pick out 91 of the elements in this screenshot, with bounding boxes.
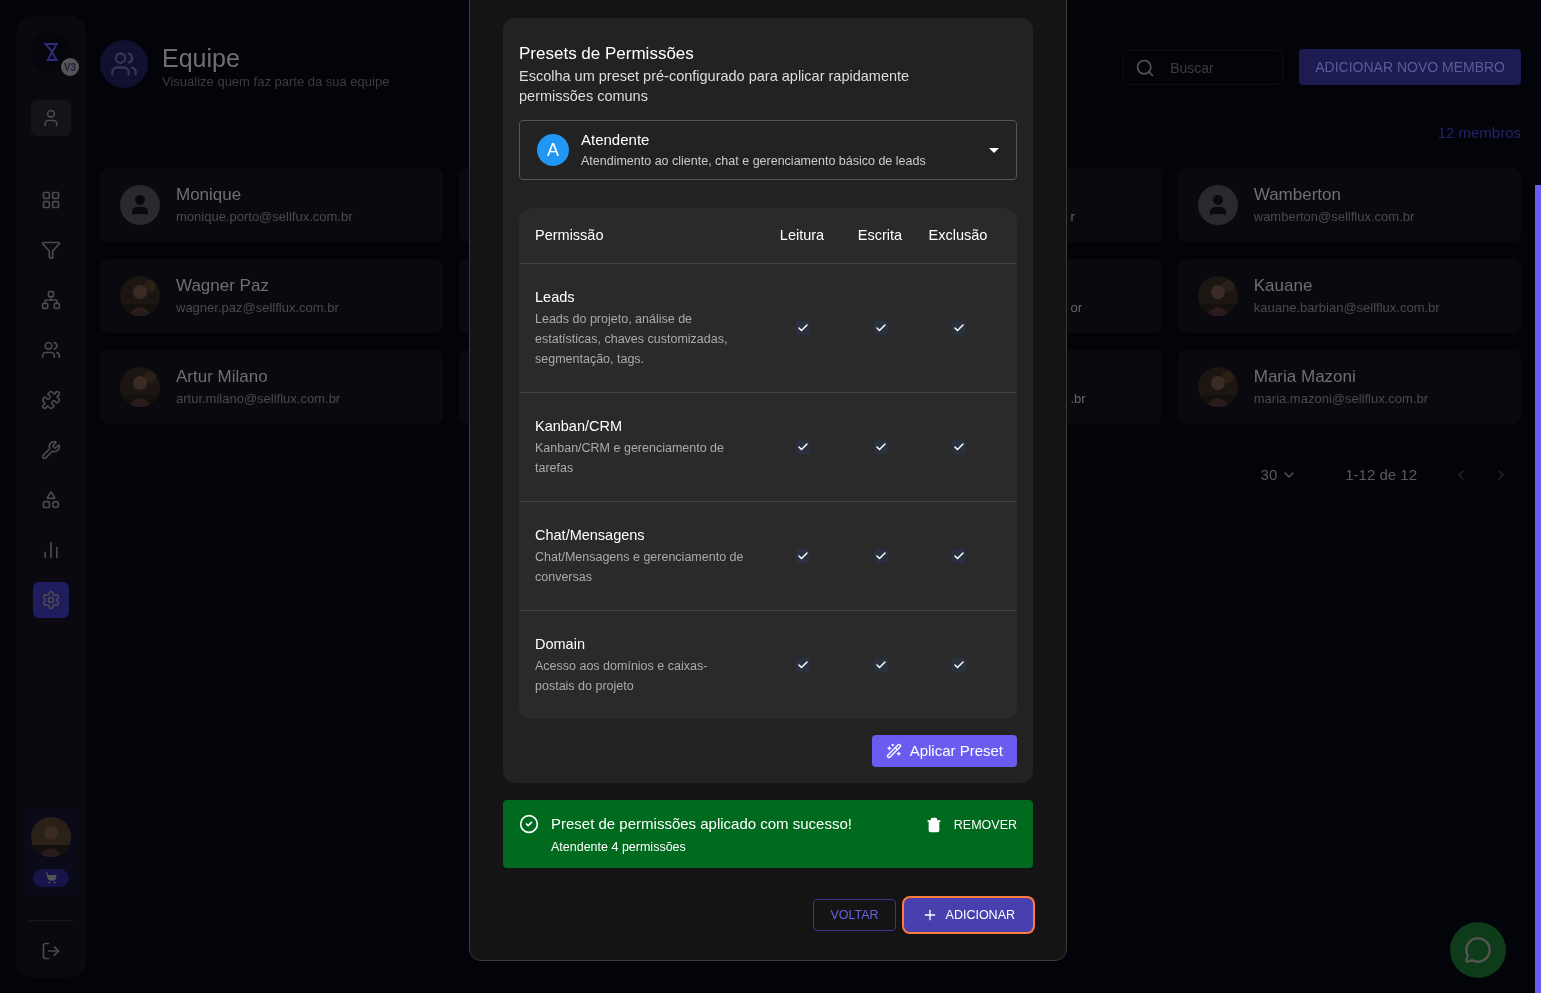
permission-description: Leads do projeto, análise de estatísticas, chaves customizadas, segmentação, tags. bbox=[535, 311, 729, 368]
settings-icon bbox=[41, 590, 61, 610]
column-header: Permissão bbox=[535, 225, 605, 245]
sidebar-item[interactable] bbox=[33, 582, 69, 618]
permission-name: Domain bbox=[535, 635, 586, 654]
logout-icon[interactable] bbox=[41, 941, 61, 961]
apps-icon bbox=[41, 490, 61, 510]
add-button[interactable]: ADICIONAR bbox=[903, 898, 1033, 932]
page-title: Equipe bbox=[162, 44, 241, 72]
add-member-button[interactable]: ADICIONAR NOVO MEMBRO bbox=[1299, 49, 1521, 85]
checkbox[interactable] bbox=[952, 549, 966, 563]
preset-description: Atendimento ao cliente, chat e gerenciamento básico de leads bbox=[581, 152, 927, 170]
checkbox[interactable] bbox=[874, 658, 888, 672]
version-badge: V3 bbox=[61, 58, 79, 76]
column-header: Leitura bbox=[778, 225, 826, 245]
check-circle-icon bbox=[519, 814, 539, 834]
team-icon bbox=[100, 40, 148, 88]
member-email: or bbox=[1070, 299, 1083, 318]
permission-name: Leads bbox=[535, 288, 576, 307]
checkbox[interactable] bbox=[796, 658, 810, 672]
permission-name: Kanban/CRM bbox=[535, 417, 624, 436]
whatsapp-button[interactable] bbox=[1450, 922, 1506, 978]
checkbox[interactable] bbox=[796, 440, 810, 454]
section-description: Escolha um preset pré-configurado para aplicar rapidamente permissões comuns bbox=[519, 67, 911, 106]
member-email: maria.mazoni@sellflux.com.br bbox=[1253, 390, 1429, 409]
permission-description: Kanban/CRM e gerenciamento de tarefas bbox=[535, 440, 725, 477]
member-name: Artur Milano bbox=[176, 366, 269, 389]
permission-description: Acesso aos domínios e caixas-postais do projeto bbox=[535, 658, 709, 695]
cart-icon bbox=[45, 872, 57, 884]
member-email: artur.milano@sellflux.com.br bbox=[176, 390, 341, 409]
column-header: Exclusão bbox=[927, 225, 989, 245]
column-header: Escrita bbox=[856, 225, 904, 245]
member-email: wamberton@sellflux.com.br bbox=[1253, 208, 1415, 227]
preset-name: Atendente bbox=[581, 130, 651, 151]
member-email: .br bbox=[1070, 390, 1086, 409]
alert-title: Preset de permissões aplicado com sucesso! bbox=[551, 814, 853, 834]
alert-detail: Atendente 4 permissões bbox=[551, 838, 687, 856]
cart-button[interactable] bbox=[33, 869, 69, 887]
member-name: Wagner Paz bbox=[176, 275, 270, 298]
checkbox[interactable] bbox=[874, 321, 888, 335]
flow-icon bbox=[41, 290, 61, 310]
member-email: r bbox=[1070, 208, 1075, 227]
caret-icon bbox=[989, 147, 999, 153]
checkbox[interactable] bbox=[796, 549, 810, 563]
member-email: monique.porto@sellfux.com.br bbox=[176, 208, 353, 227]
back-button[interactable]: VOLTAR bbox=[813, 899, 896, 931]
page-size-select[interactable]: 30 bbox=[1260, 464, 1298, 487]
chart-icon bbox=[41, 540, 61, 560]
checkbox[interactable] bbox=[796, 321, 810, 335]
member-card[interactable]: Monique monique.porto@sellfux.com.br bbox=[100, 168, 444, 242]
avatar-icon bbox=[1197, 185, 1238, 225]
section-title: Presets de Permissões bbox=[519, 44, 695, 64]
sidebar-item[interactable] bbox=[31, 100, 71, 136]
member-email: wagner.paz@sellflux.com.br bbox=[176, 299, 339, 318]
checkbox[interactable] bbox=[874, 440, 888, 454]
member-card[interactable]: Maria Mazoni maria.mazoni@sellflux.com.br bbox=[1177, 350, 1521, 424]
puzzle-icon bbox=[41, 390, 61, 410]
page-range: 1-12 de 12 bbox=[1345, 465, 1417, 485]
apply-preset-button[interactable]: Aplicar Preset bbox=[871, 735, 1017, 767]
page-subtitle: Visualize quem faz parte da sua equipe bbox=[162, 73, 390, 91]
member-card[interactable]: Wagner Paz wagner.paz@sellflux.com.br bbox=[100, 259, 444, 333]
filter-icon bbox=[41, 240, 61, 260]
permission-name: Chat/Mensagens bbox=[535, 526, 646, 545]
chat-bubble-icon bbox=[1464, 936, 1492, 964]
member-email: kauane.barbian@sellflux.com.br bbox=[1253, 299, 1440, 318]
checkbox[interactable] bbox=[952, 321, 966, 335]
member-count: 12 membros bbox=[1437, 122, 1521, 143]
search-field[interactable]: Buscar bbox=[1123, 50, 1284, 85]
preset-avatar: A bbox=[537, 134, 569, 166]
member-name: Monique bbox=[176, 184, 243, 207]
checkbox[interactable] bbox=[952, 440, 966, 454]
search-icon bbox=[1135, 58, 1156, 78]
team-icon bbox=[41, 340, 61, 360]
scrollbar[interactable] bbox=[1535, 185, 1541, 993]
checkbox[interactable] bbox=[952, 658, 966, 672]
member-card[interactable]: Wamberton wamberton@sellflux.com.br bbox=[1177, 168, 1521, 242]
member-card[interactable]: Kauane kauane.barbian@sellflux.com.br bbox=[1177, 259, 1521, 333]
profile-icon bbox=[41, 108, 61, 128]
member-name: Kauane bbox=[1253, 275, 1314, 298]
magic-wand-icon bbox=[885, 743, 902, 759]
wrench-icon bbox=[41, 440, 61, 460]
preset-select[interactable]: A Atendente Atendimento ao cliente, chat e gerenciamento básico de leads bbox=[519, 120, 1017, 180]
remove-button[interactable]: REMOVER bbox=[925, 816, 1017, 835]
checkbox[interactable] bbox=[874, 549, 888, 563]
member-name: Wamberton bbox=[1253, 184, 1342, 207]
avatar-icon bbox=[120, 185, 160, 225]
member-card[interactable]: Artur Milano artur.milano@sellflux.com.br bbox=[100, 350, 444, 424]
trash-icon bbox=[925, 817, 942, 834]
member-name: Maria Mazoni bbox=[1253, 366, 1357, 389]
dashboard-icon bbox=[41, 190, 61, 210]
permission-description: Chat/Mensagens e gerenciamento de conversas bbox=[535, 549, 745, 586]
